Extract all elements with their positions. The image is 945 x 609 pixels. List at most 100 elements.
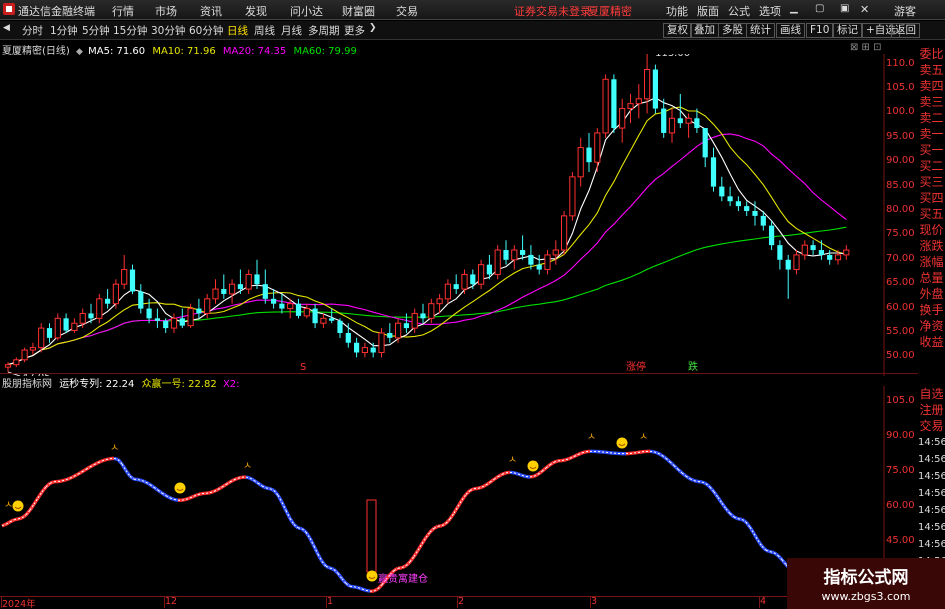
side-time: 14:56 [918, 522, 945, 533]
side-item[interactable]: 卖五 [918, 62, 945, 78]
candle-body [63, 318, 69, 331]
menu-item-xiaoda[interactable]: 问小达 [290, 3, 323, 19]
menu-item-quotes[interactable]: 行情 [112, 3, 134, 19]
multi-stock-button[interactable]: 多股 [718, 23, 747, 38]
candle-body [528, 254, 534, 265]
tab-30min[interactable]: 30分钟 [151, 23, 185, 38]
indicator-axis-tick: 75.00 [886, 465, 915, 477]
side-item-trade[interactable]: 交易 [918, 418, 945, 434]
side-item[interactable]: 买五 [918, 206, 945, 222]
candle-body [105, 298, 111, 304]
fall-marker: 跌 [688, 360, 698, 373]
side-item[interactable]: 买三 [918, 174, 945, 190]
candle-body [478, 264, 485, 285]
side-item[interactable]: 净资 [918, 318, 945, 334]
candle-body [121, 269, 128, 285]
candle-body [420, 313, 426, 319]
side-item[interactable]: 总量 [918, 270, 945, 286]
side-item[interactable]: 卖二 [918, 110, 945, 126]
date-axis-separator [457, 597, 458, 608]
side-panel-top: 委比 卖五 卖四 卖三 卖二 卖一 买一 买二 买三 买四 买五 现价 涨跌 涨… [918, 46, 945, 350]
mark-button[interactable]: 标记 [833, 23, 862, 38]
menu-item-layout[interactable]: 版面 [697, 3, 719, 19]
candle-body [88, 313, 94, 319]
side-item[interactable]: 外盘 [918, 286, 945, 302]
tab-60min[interactable]: 60分钟 [189, 23, 223, 38]
menu-item-options[interactable]: 选项 [759, 3, 781, 19]
tab-weekly[interactable]: 周线 [254, 23, 275, 38]
side-item[interactable]: 涨跌 [918, 238, 945, 254]
candle-body [511, 249, 518, 261]
side-item[interactable]: 买二 [918, 158, 945, 174]
tab-15min[interactable]: 15分钟 [113, 23, 147, 38]
smile-icon [616, 437, 628, 449]
overlay-button[interactable]: 叠加 [690, 23, 719, 38]
candle-body [627, 103, 634, 110]
smile-icon [174, 482, 186, 494]
candlestick-chart[interactable]: 113.0047.05S涨停跌 [0, 54, 918, 376]
candle-body [428, 303, 435, 319]
tab-timeshare[interactable]: 分时 [22, 23, 43, 38]
side-item[interactable]: 涨幅 [918, 254, 945, 270]
collapse-icon[interactable]: ◀ [3, 23, 10, 33]
minimize-icon[interactable]: ▁ [790, 3, 798, 14]
restore-icon[interactable]: ▢ [815, 3, 824, 14]
tab-5min[interactable]: 5分钟 [82, 23, 110, 38]
price-axis-tick: 80.00 [886, 204, 915, 215]
menu-item-fortune[interactable]: 财富圈 [342, 3, 375, 19]
price-axis-tick: 70.00 [886, 252, 915, 264]
menu-item-discover[interactable]: 发现 [245, 3, 267, 19]
date-axis-separator [164, 597, 165, 608]
login-notice[interactable]: 证券交易未登录 [514, 3, 591, 19]
menu-item-function[interactable]: 功能 [666, 3, 688, 19]
menu-item-news[interactable]: 资讯 [200, 3, 222, 19]
candle-body [785, 259, 791, 270]
guest-label[interactable]: 游客 [894, 3, 916, 19]
panel-controls[interactable]: ⊠ ⊞ ⊡ [850, 42, 882, 53]
side-item[interactable]: 收益 [918, 334, 945, 350]
candle-body [370, 347, 376, 353]
menu-bar: 通达信金融终端 行情 市场 资讯 发现 问小达 财富圈 交易 证券交易未登录 夏… [0, 0, 945, 20]
maximize-icon[interactable]: ▣ [840, 3, 849, 14]
side-item[interactable]: 卖一 [918, 126, 945, 142]
tab-multi-period[interactable]: 多周期 [308, 23, 340, 38]
stats-button[interactable]: 统计 [746, 23, 775, 38]
candle-body [112, 283, 120, 305]
watermark-badge: 指标公式网 www.zbgs3.com [787, 558, 945, 609]
side-item-register[interactable]: 注册 [918, 402, 945, 418]
indicator-chart[interactable]: ㅅㅅㅅㅅㅅ ㅅ赢贵寓建仓 [0, 386, 918, 596]
menu-item-market[interactable]: 市场 [155, 3, 177, 19]
tab-more[interactable]: 更多 [344, 23, 365, 38]
ma10-line [7, 106, 847, 366]
tab-monthly[interactable]: 月线 [281, 23, 302, 38]
buy-flag-icon: ㅅ [508, 455, 517, 466]
menu-item-formula[interactable]: 公式 [728, 3, 750, 19]
draw-line-button[interactable]: 画线 [776, 23, 805, 38]
side-item[interactable]: 卖四 [918, 78, 945, 94]
adjust-button[interactable]: 复权 [663, 23, 692, 38]
side-item[interactable]: 换手 [918, 302, 945, 318]
side-item[interactable]: 卖三 [918, 94, 945, 110]
back-button[interactable]: 返回 [891, 23, 920, 38]
tab-1min[interactable]: 1分钟 [50, 23, 78, 38]
side-item[interactable]: 买一 [918, 142, 945, 158]
date-axis-tick: 2024年 [2, 599, 36, 609]
side-item[interactable]: 委比 [918, 46, 945, 62]
close-icon[interactable]: ✕ [860, 3, 869, 16]
candle-body [138, 291, 144, 309]
candle-body [577, 147, 584, 178]
candle-body [295, 303, 302, 316]
f10-button[interactable]: F10 [806, 23, 834, 38]
tab-daily[interactable]: 日线 [227, 23, 248, 38]
candle-body [221, 289, 227, 294]
candle-body [13, 359, 20, 366]
date-axis-separator [590, 597, 591, 608]
side-item-watchlist[interactable]: 自选 [918, 386, 945, 402]
side-item[interactable]: 买四 [918, 190, 945, 206]
buy-flag-icon: ㅅ [110, 443, 119, 454]
candle-body [777, 245, 783, 260]
candle-body [411, 312, 418, 329]
side-item[interactable]: 现价 [918, 222, 945, 238]
menu-item-trade[interactable]: 交易 [396, 3, 418, 19]
s-marker: S [300, 362, 306, 373]
